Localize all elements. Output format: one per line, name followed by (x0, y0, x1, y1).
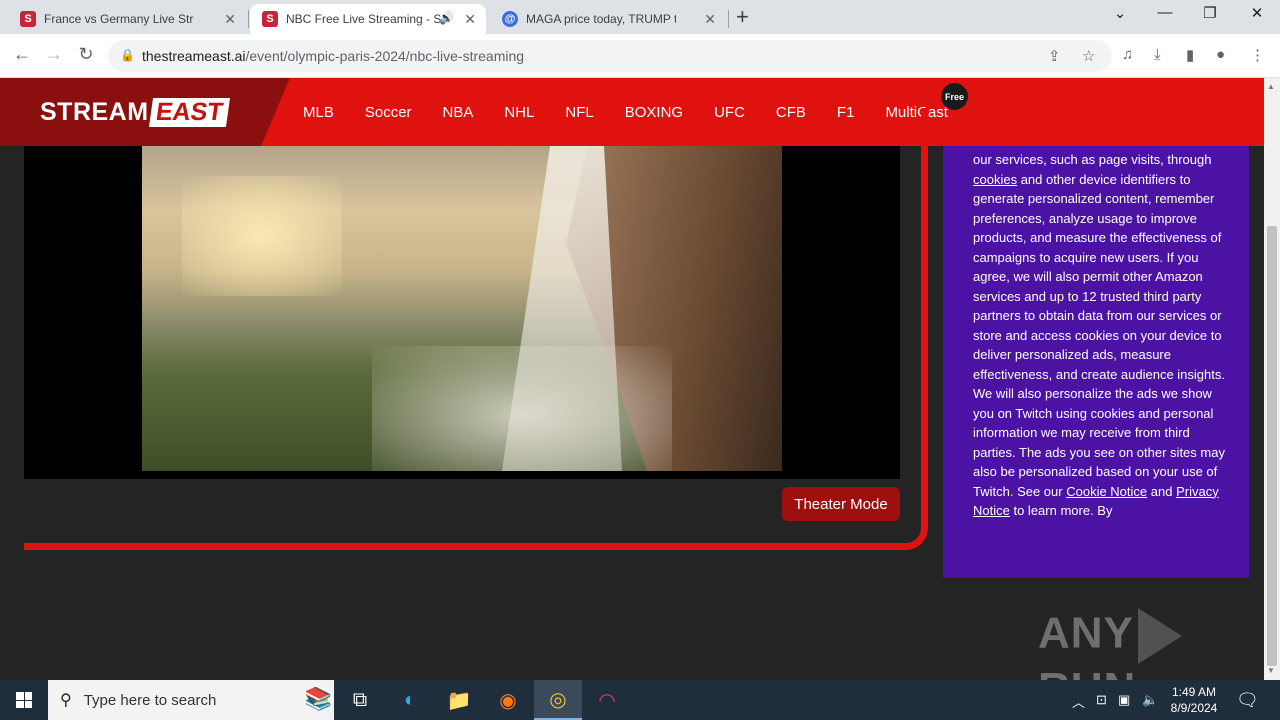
page-viewport: STREAM EAST MLB Soccer NBA NHL NFL BOXIN… (0, 78, 1264, 680)
volume-icon[interactable]: 🔈 (1142, 692, 1158, 708)
back-icon[interactable]: ← (10, 44, 34, 65)
profile-avatar-icon[interactable]: ● (1216, 46, 1225, 63)
cookie-notice-link[interactable]: Cookie Notice (1066, 484, 1147, 499)
cookies-link[interactable]: cookies (973, 172, 1017, 187)
close-tab-icon[interactable]: ✕ (464, 11, 476, 28)
start-button[interactable] (0, 680, 48, 720)
share-icon[interactable]: ⇪ (1048, 47, 1061, 65)
new-tab-button[interactable]: + (736, 4, 749, 30)
page-scrollbar[interactable]: ▲ ▼ (1264, 78, 1280, 680)
url-text[interactable]: thestreameast.ai/event/olympic-paris-202… (142, 48, 524, 64)
lock-icon[interactable]: 🔒 (120, 48, 135, 62)
windows-logo-icon (16, 692, 32, 708)
bookmark-star-icon[interactable]: ☆ (1082, 47, 1095, 65)
edge-icon[interactable]: ◐ (386, 680, 434, 720)
tab-title: NBC Free Live Streaming - S (286, 12, 442, 26)
speaker-icon[interactable]: 🔊 (439, 11, 454, 25)
taskbar-search-box[interactable]: ⚲ Type here to search 📚 (48, 680, 334, 720)
tray-chevron-icon[interactable]: ︿ (1072, 692, 1085, 711)
consent-text: to learn more. By (1009, 503, 1113, 518)
consent-text: and other device identifiers to generate… (973, 171, 1225, 499)
tab-maga-price[interactable]: @ MAGA price today, TRUMP to US ✕ (490, 4, 726, 34)
menu-kebab-icon[interactable]: ⋮ (1250, 46, 1265, 64)
tab-title: France vs Germany Live Streamin (44, 12, 194, 26)
device-icon[interactable]: ⊡ (1096, 692, 1107, 708)
tab-strip: S France vs Germany Live Streamin ✕ S NB… (0, 0, 1280, 34)
file-explorer-icon[interactable]: 📁 (435, 680, 483, 720)
search-placeholder: Type here to search (83, 691, 217, 709)
tab-france-germany[interactable]: S France vs Germany Live Streamin ✕ (8, 4, 246, 34)
system-clock[interactable]: 1:49 AM 8/9/2024 (1168, 684, 1220, 716)
cookie-consent-panel: our services, such as page visits, throu… (943, 146, 1249, 578)
streameast-favicon-icon: S (262, 11, 278, 27)
close-window-icon[interactable]: ✕ (1237, 4, 1277, 22)
tab-divider (728, 10, 729, 28)
address-bar[interactable]: 🔒 thestreameast.ai/event/olympic-paris-2… (108, 40, 1112, 72)
anyrun-watermark: ANY RUN (1038, 608, 1264, 680)
media-control-icon[interactable]: ♫ (1122, 46, 1133, 63)
consent-text: and (1147, 483, 1177, 499)
reload-icon[interactable]: ↻ (74, 44, 98, 65)
tab-nbc-live[interactable]: S NBC Free Live Streaming - S 🔊 ✕ (250, 4, 486, 34)
watermark-any: ANY (1038, 608, 1134, 658)
close-tab-icon[interactable]: ✕ (224, 11, 236, 28)
side-panel-icon[interactable]: ▮ (1186, 46, 1194, 64)
restore-icon[interactable]: ❐ (1190, 4, 1230, 22)
scroll-up-icon[interactable]: ▲ (1267, 82, 1275, 91)
theater-mode-button[interactable]: Theater Mode (782, 487, 900, 521)
anyrun-app-icon[interactable]: ◠ (583, 680, 631, 720)
close-tab-icon[interactable]: ✕ (704, 11, 716, 28)
url-path: /event/olympic-paris-2024/nbc-live-strea… (245, 48, 525, 64)
scroll-down-icon[interactable]: ▼ (1267, 666, 1275, 675)
clock-time: 1:49 AM (1171, 685, 1217, 699)
video-mist (372, 346, 672, 471)
download-icon[interactable]: ⤓ (1154, 46, 1161, 63)
task-view-icon[interactable]: ⧉ (336, 680, 384, 720)
browser-toolbar: ← → ↻ 🔒 thestreameast.ai/event/olympic-p… (0, 34, 1280, 78)
minimize-icon[interactable]: — (1145, 4, 1185, 21)
consent-text: our services, such as page visits, throu… (973, 152, 1212, 167)
watermark-run: RUN (1038, 664, 1136, 680)
search-icon: ⚲ (60, 692, 72, 709)
video-player[interactable] (24, 146, 900, 479)
windows-taskbar: ⚲ Type here to search 📚 ⧉ ◐ 📁 ◉ ◎ ◠ ︿ ⊡ … (0, 680, 1280, 720)
play-triangle-icon (1137, 608, 1182, 664)
free-badge: Free (941, 83, 968, 110)
forward-icon[interactable]: → (42, 44, 66, 65)
video-sun-glow (182, 176, 342, 296)
streameast-favicon-icon: S (20, 11, 36, 27)
url-host: thestreameast.ai (142, 48, 246, 64)
clock-date: 8/9/2024 (1170, 701, 1218, 715)
network-icon[interactable]: ▣ (1118, 692, 1130, 708)
video-frame[interactable] (142, 146, 782, 471)
search-highlight-books-icon[interactable]: 📚 (305, 686, 332, 712)
firefox-icon[interactable]: ◉ (484, 680, 532, 720)
tab-title: MAGA price today, TRUMP to US (526, 12, 676, 26)
scrollbar-thumb[interactable] (1267, 226, 1277, 666)
chrome-icon[interactable]: ◎ (534, 680, 582, 720)
tab-divider (248, 10, 249, 28)
maga-favicon-icon: @ (502, 11, 518, 27)
tab-search-icon[interactable]: ⌄ (1100, 4, 1140, 22)
notification-icon[interactable]: 🗨 (1236, 690, 1259, 711)
